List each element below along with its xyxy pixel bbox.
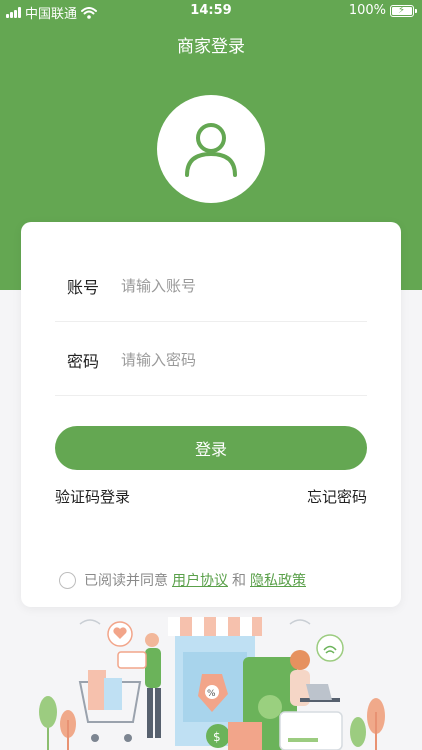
- agreement-and: 和: [232, 573, 246, 589]
- status-bar: 中国联通 14:59 100% ⚡: [0, 0, 422, 22]
- account-label: 账号: [67, 277, 100, 297]
- avatar: [157, 95, 265, 203]
- user-icon: [185, 123, 237, 177]
- agree-checkbox[interactable]: [59, 571, 76, 589]
- forgot-password-link[interactable]: 忘记密码: [307, 486, 367, 507]
- plant-left-icon: [39, 696, 76, 750]
- privacy-policy-link[interactable]: 隐私政策: [250, 570, 306, 590]
- agreement-prefix: 已阅读并同意: [84, 573, 168, 589]
- password-row: 密码: [55, 324, 367, 396]
- account-row: 账号: [55, 250, 367, 322]
- agreement-row: 已阅读并同意 用户协议 和 隐私政策: [59, 570, 310, 590]
- sms-login-link[interactable]: 验证码登录: [55, 486, 130, 507]
- heart-bubble-icon: [107, 621, 133, 647]
- user-agreement-link[interactable]: 用户协议: [172, 570, 228, 590]
- wifi-bubble-icon: [316, 634, 344, 662]
- account-input[interactable]: [121, 276, 351, 295]
- login-card: 账号 密码 登录 验证码登录 忘记密码 已阅读并同意 用户协议 和 隐私政策: [21, 222, 401, 607]
- credit-card-icon: [279, 711, 343, 750]
- plant-right-icon: [350, 698, 385, 750]
- shopper-figure: [78, 633, 161, 742]
- password-input[interactable]: [121, 350, 351, 369]
- shopping-illustration: % $: [39, 617, 385, 750]
- svg-text:$: $: [213, 730, 221, 744]
- svg-text:%: %: [207, 689, 216, 699]
- login-button[interactable]: 登录: [55, 426, 367, 470]
- battery-charging-icon: ⚡: [390, 4, 417, 17]
- battery-percent: 100%: [348, 3, 386, 18]
- page-title: 商家登录: [177, 37, 245, 57]
- password-label: 密码: [67, 351, 100, 371]
